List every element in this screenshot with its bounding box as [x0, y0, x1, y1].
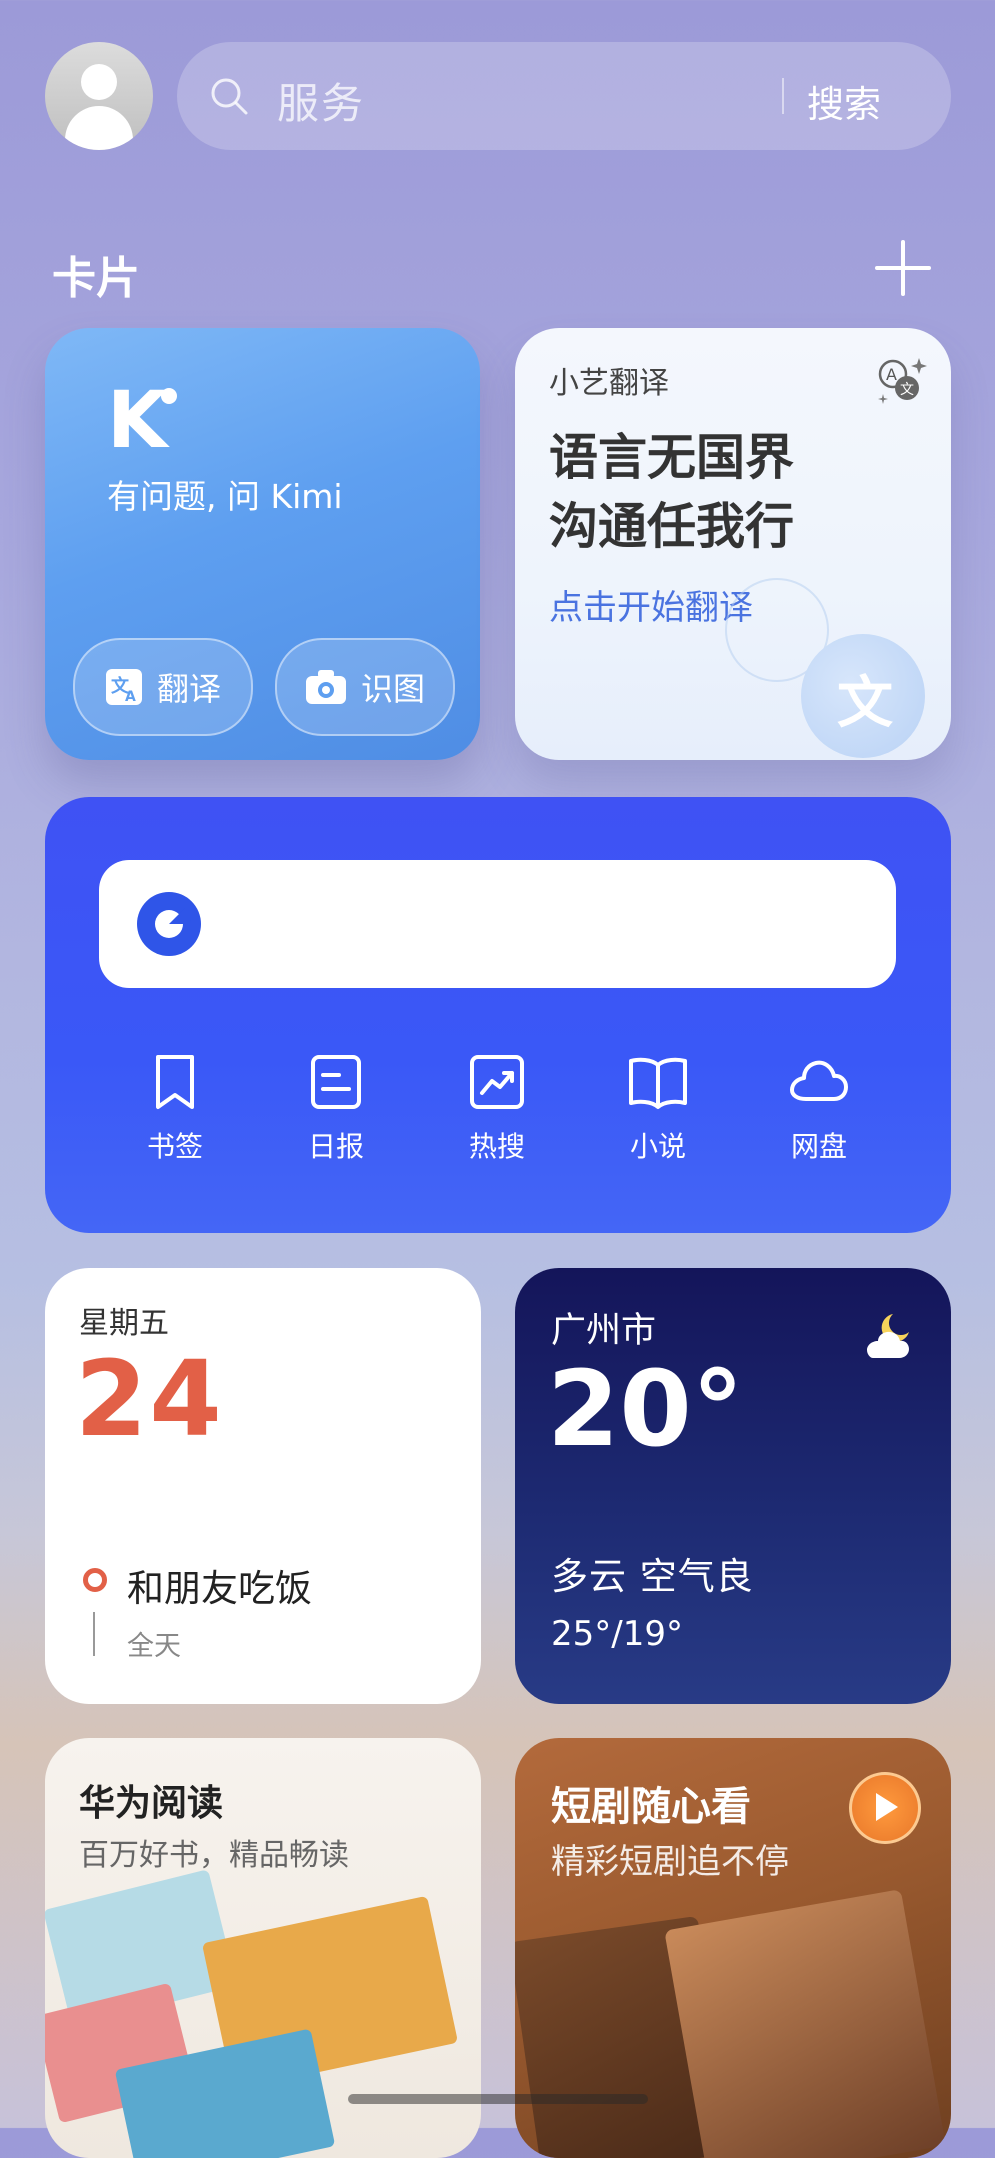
kimi-logo-letter: K: [107, 376, 168, 466]
event-location-icon: [83, 1568, 107, 1592]
calendar-card[interactable]: 星期五 24 和朋友吃饭 全天: [45, 1268, 481, 1704]
event-time: 全天: [127, 1631, 181, 1662]
svg-text:A: A: [886, 365, 897, 384]
translate-headline-line1: 语言无国界: [549, 429, 795, 486]
start-translation-link[interactable]: 点击开始翻译: [549, 580, 753, 629]
avatar[interactable]: [45, 42, 153, 150]
svg-text:A: A: [125, 689, 136, 705]
add-card-icon[interactable]: [873, 238, 933, 298]
book-icon: [629, 1057, 687, 1109]
search-divider: [782, 78, 784, 114]
browser-card[interactable]: 书签 日报 热搜 小说 网盘: [45, 797, 951, 1233]
reading-title: 华为阅读: [79, 1783, 224, 1824]
browser-search-bar[interactable]: [99, 860, 896, 988]
kimi-logo: K: [107, 376, 177, 466]
search-icon: [211, 78, 248, 115]
bookmark-icon: [156, 1055, 194, 1109]
weather-temperature: 20°: [547, 1348, 744, 1470]
translate-card[interactable]: 小艺翻译 A 文 语言无国界 沟通任我行 点击开始翻译 文: [515, 328, 951, 760]
calendar-weekday: 星期五: [79, 1306, 169, 1341]
reading-subtitle: 百万好书，精品畅读: [79, 1838, 349, 1873]
quick-link-label: 书签: [146, 1130, 203, 1163]
weather-city: 广州市: [551, 1311, 657, 1351]
kimi-image-recognition-button[interactable]: 识图: [275, 638, 455, 736]
home-indicator[interactable]: [348, 2094, 648, 2104]
kimi-image-label: 识图: [360, 670, 425, 708]
avatar-body: [65, 106, 133, 150]
quick-link-label: 网盘: [790, 1130, 847, 1163]
translate-app-name: 小艺翻译: [549, 366, 669, 401]
search-button[interactable]: 搜索: [807, 74, 881, 128]
kimi-logo-dot: [161, 388, 177, 404]
quick-link-novels[interactable]: 小说: [584, 1051, 732, 1165]
svg-text:文: 文: [900, 382, 914, 398]
cloud-icon: [790, 1060, 848, 1101]
moon-cloud-icon: [867, 1314, 909, 1358]
quick-link-label: 热搜: [468, 1130, 525, 1163]
calendar-day: 24: [75, 1338, 224, 1460]
quick-link-daily[interactable]: 日报: [262, 1051, 410, 1165]
quick-link-label: 小说: [629, 1130, 686, 1163]
avatar-head: [81, 64, 117, 100]
translate-icon: 文 A: [105, 669, 142, 705]
search-bar[interactable]: 服务 搜索: [177, 42, 951, 150]
translate-headline: 语言无国界 沟通任我行: [549, 424, 794, 561]
browser-logo-icon: [137, 892, 201, 956]
drama-poster-2: [664, 1889, 946, 2158]
weather-condition: 多云 空气良: [551, 1555, 754, 1598]
translate-decor-bubble: 文: [801, 634, 925, 758]
browser-quick-links: 书签 日报 热搜 小说 网盘: [101, 1051, 893, 1165]
quick-link-bookmarks[interactable]: 书签: [101, 1051, 249, 1165]
quick-link-label: 日报: [307, 1130, 364, 1163]
camera-icon: [305, 670, 346, 704]
kimi-prompt: 有问题, 问 Kimi: [107, 477, 343, 516]
kimi-translate-label: 翻译: [156, 670, 221, 708]
trending-icon: [470, 1055, 524, 1109]
section-title: 卡片: [52, 253, 140, 304]
kimi-translate-button[interactable]: 文 A 翻译: [73, 638, 253, 736]
play-icon: [876, 1793, 898, 1821]
weather-card[interactable]: 广州市 20° 多云 空气良 25°/19°: [515, 1268, 951, 1704]
quick-link-trending[interactable]: 热搜: [423, 1051, 571, 1165]
translate-sparkle-icon: A 文: [878, 358, 927, 404]
daily-report-icon: [311, 1055, 361, 1109]
search-input[interactable]: 服务: [277, 70, 365, 131]
kimi-card[interactable]: K 有问题, 问 Kimi 文 A 翻译 识图: [45, 328, 480, 760]
translate-decor-glyph: 文: [837, 671, 893, 736]
translate-headline-line2: 沟通任我行: [549, 497, 795, 555]
drama-title: 短剧随心看: [551, 1784, 751, 1830]
quick-link-cloud-drive[interactable]: 网盘: [745, 1051, 893, 1165]
weather-range: 25°/19°: [551, 1614, 683, 1654]
drama-subtitle: 精彩短剧追不停: [551, 1842, 789, 1882]
play-badge-icon[interactable]: [849, 1772, 921, 1844]
event-line: [93, 1612, 95, 1656]
event-title: 和朋友吃饭: [127, 1567, 312, 1610]
